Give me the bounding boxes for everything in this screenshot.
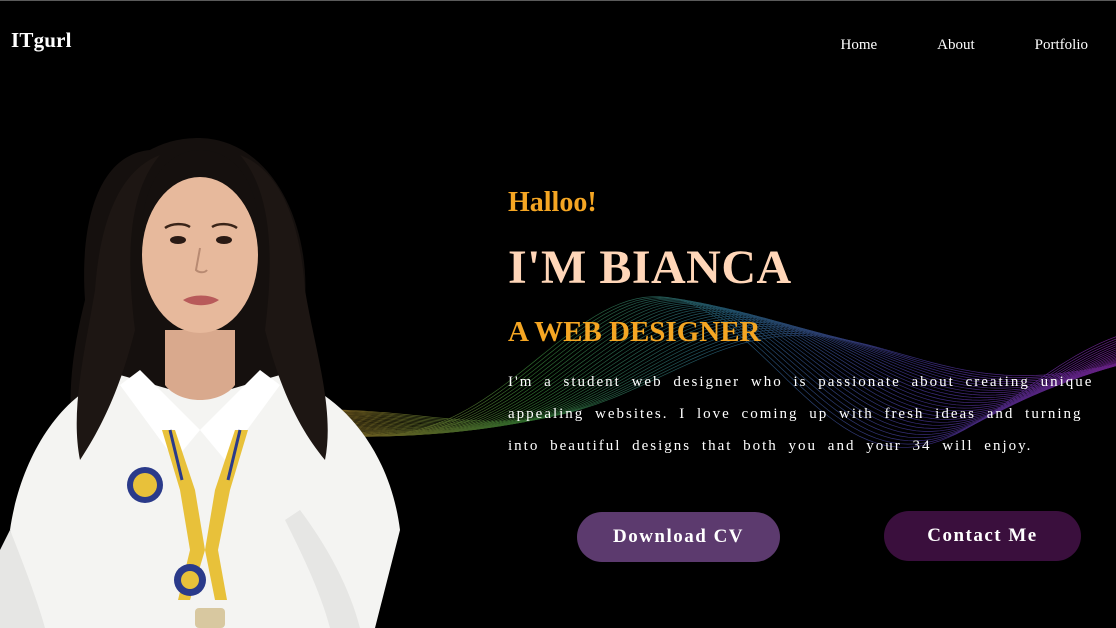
nav-about[interactable]: About	[937, 37, 975, 54]
description-line: appealing websites. I love coming up wit…	[508, 406, 1083, 422]
main-nav: Home About Portfolio	[780, 37, 1088, 54]
hero-description: I'm a student web designer who is passio…	[508, 366, 1116, 462]
contact-me-button[interactable]: Contact Me	[884, 511, 1081, 561]
description-line: into beautiful designs that both you and…	[508, 438, 1033, 454]
nav-home[interactable]: Home	[840, 37, 877, 54]
description-line: I'm a student web designer who is passio…	[508, 374, 1094, 390]
profile-photo	[0, 138, 400, 628]
site-logo[interactable]: ITgurl	[11, 28, 72, 53]
download-cv-button[interactable]: Download CV	[577, 512, 780, 562]
hero-role: A WEB DESIGNER	[508, 316, 761, 348]
nav-portfolio[interactable]: Portfolio	[1035, 37, 1088, 54]
hero-name: I'M BIANCA	[508, 241, 792, 294]
top-divider	[0, 0, 1116, 1]
greeting-text: Halloo!	[508, 187, 597, 218]
